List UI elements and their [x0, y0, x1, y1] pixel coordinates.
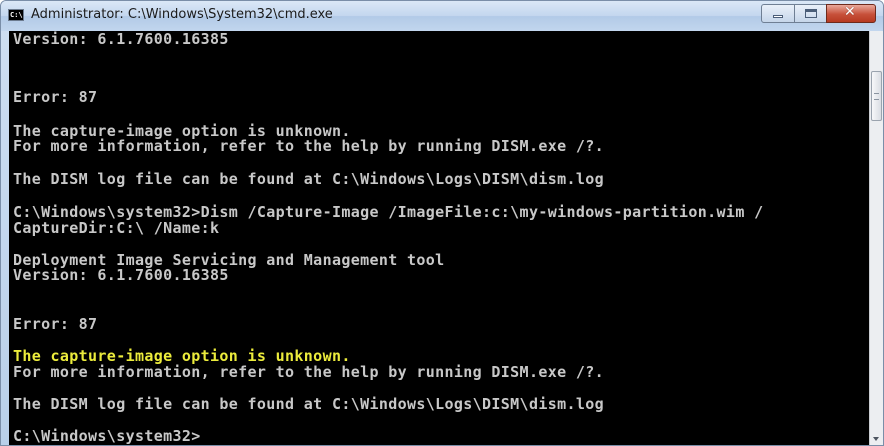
title-bar[interactable]: C:\ Administrator: C:\Windows\System32\c… [1, 1, 883, 31]
console-output[interactable]: Version: 6.1.7600.16385 Error: 87 The ca… [9, 31, 869, 445]
maximize-button[interactable] [794, 4, 827, 23]
scrollbar-thumb[interactable] [871, 71, 882, 121]
console-line: Error: 87 [13, 315, 98, 333]
scroll-down-arrow-icon[interactable] [873, 437, 879, 441]
minimize-button[interactable] [761, 4, 795, 23]
maximize-icon [805, 9, 817, 18]
app-icon-text: C:\ [10, 11, 23, 19]
command-prompt[interactable]: C:\Windows\system32> [13, 428, 201, 445]
console-line: Version: 6.1.7600.16385 [13, 266, 229, 284]
console-line: Error: 87 [13, 88, 98, 106]
vertical-scrollbar[interactable] [869, 31, 883, 445]
console-line: The DISM log file can be found at C:\Win… [13, 395, 604, 413]
cmd-window: C:\ Administrator: C:\Windows\System32\c… [0, 0, 884, 446]
console-line: For more information, refer to the help … [13, 137, 604, 155]
console-line: Version: 6.1.7600.16385 [13, 31, 229, 48]
cmd-app-icon[interactable]: C:\ [8, 9, 24, 21]
console-line: The DISM log file can be found at C:\Win… [13, 170, 604, 188]
close-button[interactable]: ✕ [826, 4, 876, 23]
console-line: CaptureDir:C:\ /Name:k [13, 219, 220, 237]
console-line: For more information, refer to the help … [13, 363, 604, 381]
close-icon: ✕ [844, 4, 856, 20]
window-title: Administrator: C:\Windows\System32\cmd.e… [31, 7, 333, 22]
minimize-icon [773, 15, 783, 18]
